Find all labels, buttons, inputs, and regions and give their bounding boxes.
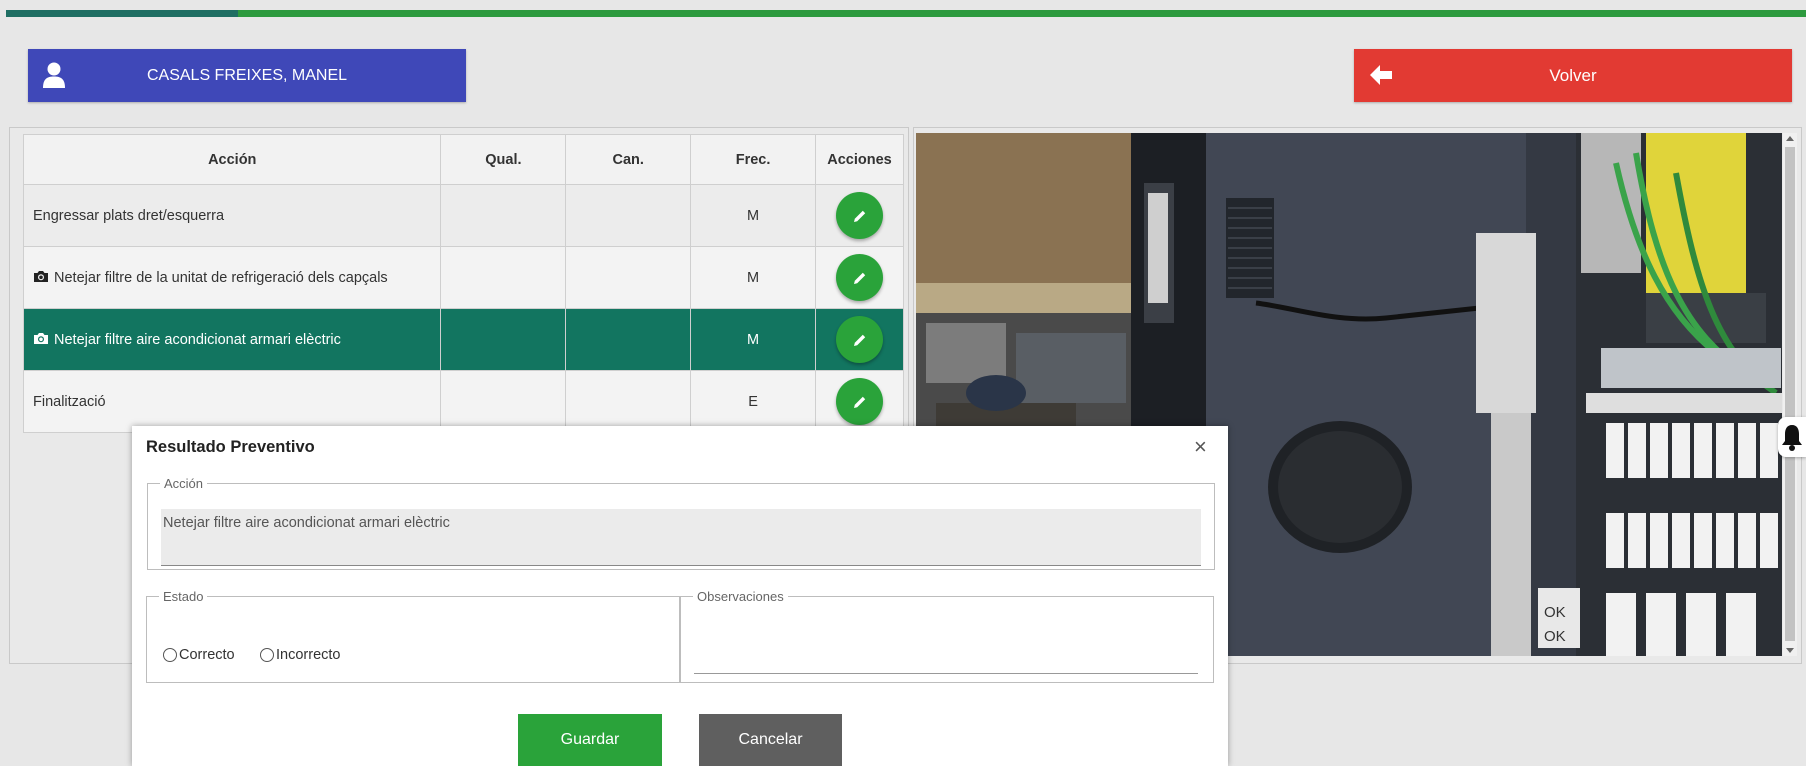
observaciones-fieldset: Observaciones bbox=[680, 589, 1214, 683]
cell-accion: Engressar plats dret/esquerra bbox=[22, 184, 442, 247]
edit-button[interactable] bbox=[836, 316, 883, 363]
accion-text: Netejar filtre aire acondicionat armari … bbox=[54, 331, 341, 348]
ok-sticker-text: OK bbox=[1544, 628, 1566, 645]
radio-circle-icon[interactable] bbox=[260, 648, 274, 662]
edit-button[interactable] bbox=[836, 254, 883, 301]
scroll-up-arrow[interactable] bbox=[1786, 136, 1794, 141]
accion-text: Finalització bbox=[33, 393, 106, 410]
scroll-down-arrow[interactable] bbox=[1786, 648, 1794, 653]
cell-can bbox=[565, 370, 692, 433]
cell-accion: Netejar filtre aire acondicionat armari … bbox=[22, 308, 442, 371]
table-row[interactable]: Netejar filtre de la unitat de refrigera… bbox=[22, 246, 904, 309]
cell-qual bbox=[440, 370, 567, 433]
arrow-left-icon bbox=[1370, 65, 1392, 85]
cell-qual bbox=[440, 184, 567, 247]
pencil-icon bbox=[853, 272, 865, 284]
back-label: Volver bbox=[1549, 65, 1597, 85]
cell-acciones bbox=[815, 370, 904, 433]
pencil-icon bbox=[853, 210, 865, 222]
cell-frec: M bbox=[690, 308, 816, 371]
user-name: CASALS FREIXES, MANEL bbox=[146, 66, 348, 84]
accion-legend: Acción bbox=[164, 476, 204, 491]
column-header-accion: Acción bbox=[22, 134, 442, 185]
scrollbar-thumb[interactable] bbox=[1785, 147, 1795, 641]
pencil-icon bbox=[853, 334, 865, 346]
estado-fieldset: Estado Correcto Incorrecto bbox=[146, 589, 680, 683]
progress-bar-done bbox=[6, 10, 238, 17]
accion-field[interactable]: Netejar filtre aire acondicionat armari … bbox=[161, 509, 1201, 566]
camera-icon bbox=[34, 270, 48, 282]
cell-frec: E bbox=[690, 370, 816, 433]
cell-frec: M bbox=[690, 184, 816, 247]
table-row-selected[interactable]: Netejar filtre aire acondicionat armari … bbox=[22, 308, 904, 371]
radio-incorrecto[interactable]: Incorrecto bbox=[260, 647, 340, 663]
cell-accion: Netejar filtre de la unitat de refrigera… bbox=[22, 246, 442, 309]
camera-icon bbox=[34, 332, 48, 344]
progress-bar bbox=[0, 0, 1806, 18]
resultado-preventivo-dialog: Resultado Preventivo × Acción Netejar fi… bbox=[132, 426, 1228, 766]
notifications-button[interactable] bbox=[1778, 417, 1806, 457]
observaciones-legend: Observaciones bbox=[697, 589, 784, 604]
column-header-frec: Frec. bbox=[690, 134, 816, 185]
observaciones-underline bbox=[694, 673, 1198, 674]
cell-can bbox=[565, 308, 692, 371]
cell-qual bbox=[440, 246, 567, 309]
cell-frec: M bbox=[690, 246, 816, 309]
edit-button[interactable] bbox=[836, 192, 883, 239]
cell-acciones bbox=[815, 184, 904, 247]
photo-scrollbar[interactable] bbox=[1783, 133, 1797, 656]
accion-fieldset: Acción Netejar filtre aire acondicionat … bbox=[147, 476, 1215, 570]
bell-icon bbox=[1782, 425, 1802, 451]
user-button[interactable]: CASALS FREIXES, MANEL bbox=[28, 49, 466, 102]
column-header-acciones: Acciones bbox=[815, 134, 904, 185]
accion-text: Engressar plats dret/esquerra bbox=[33, 207, 225, 224]
accion-text: Netejar filtre de la unitat de refrigera… bbox=[54, 269, 388, 286]
edit-button[interactable] bbox=[836, 378, 883, 425]
table-header-row: Acción Qual. Can. Frec. Acciones bbox=[22, 134, 904, 185]
observaciones-input[interactable] bbox=[694, 626, 1198, 670]
cell-qual bbox=[440, 308, 567, 371]
estado-legend: Estado bbox=[163, 589, 204, 604]
pencil-icon bbox=[853, 396, 865, 408]
radio-incorrecto-label: Incorrecto bbox=[276, 647, 341, 663]
radio-circle-icon[interactable] bbox=[163, 648, 177, 662]
table-row[interactable]: Engressar plats dret/esquerra M bbox=[22, 184, 904, 247]
save-button[interactable]: Guardar bbox=[518, 714, 662, 766]
cell-acciones bbox=[815, 308, 904, 371]
cancel-button[interactable]: Cancelar bbox=[699, 714, 842, 766]
cell-acciones bbox=[815, 246, 904, 309]
table-row[interactable]: Finalització E bbox=[22, 370, 904, 433]
ok-sticker-text: OK bbox=[1544, 604, 1566, 621]
user-icon bbox=[43, 62, 65, 88]
cell-can bbox=[565, 184, 692, 247]
column-header-qual: Qual. bbox=[440, 134, 567, 185]
column-header-can: Can. bbox=[565, 134, 692, 185]
cell-accion: Finalització bbox=[22, 370, 442, 433]
actions-table: Acción Qual. Can. Frec. Acciones Engress… bbox=[22, 134, 904, 433]
radio-correcto-label: Correcto bbox=[179, 647, 235, 663]
progress-bar-remaining bbox=[238, 10, 1806, 17]
back-button[interactable]: Volver bbox=[1354, 49, 1792, 102]
radio-correcto[interactable]: Correcto bbox=[163, 647, 235, 663]
close-icon[interactable]: × bbox=[1194, 434, 1207, 460]
dialog-title: Resultado Preventivo bbox=[146, 438, 315, 456]
cell-can bbox=[565, 246, 692, 309]
